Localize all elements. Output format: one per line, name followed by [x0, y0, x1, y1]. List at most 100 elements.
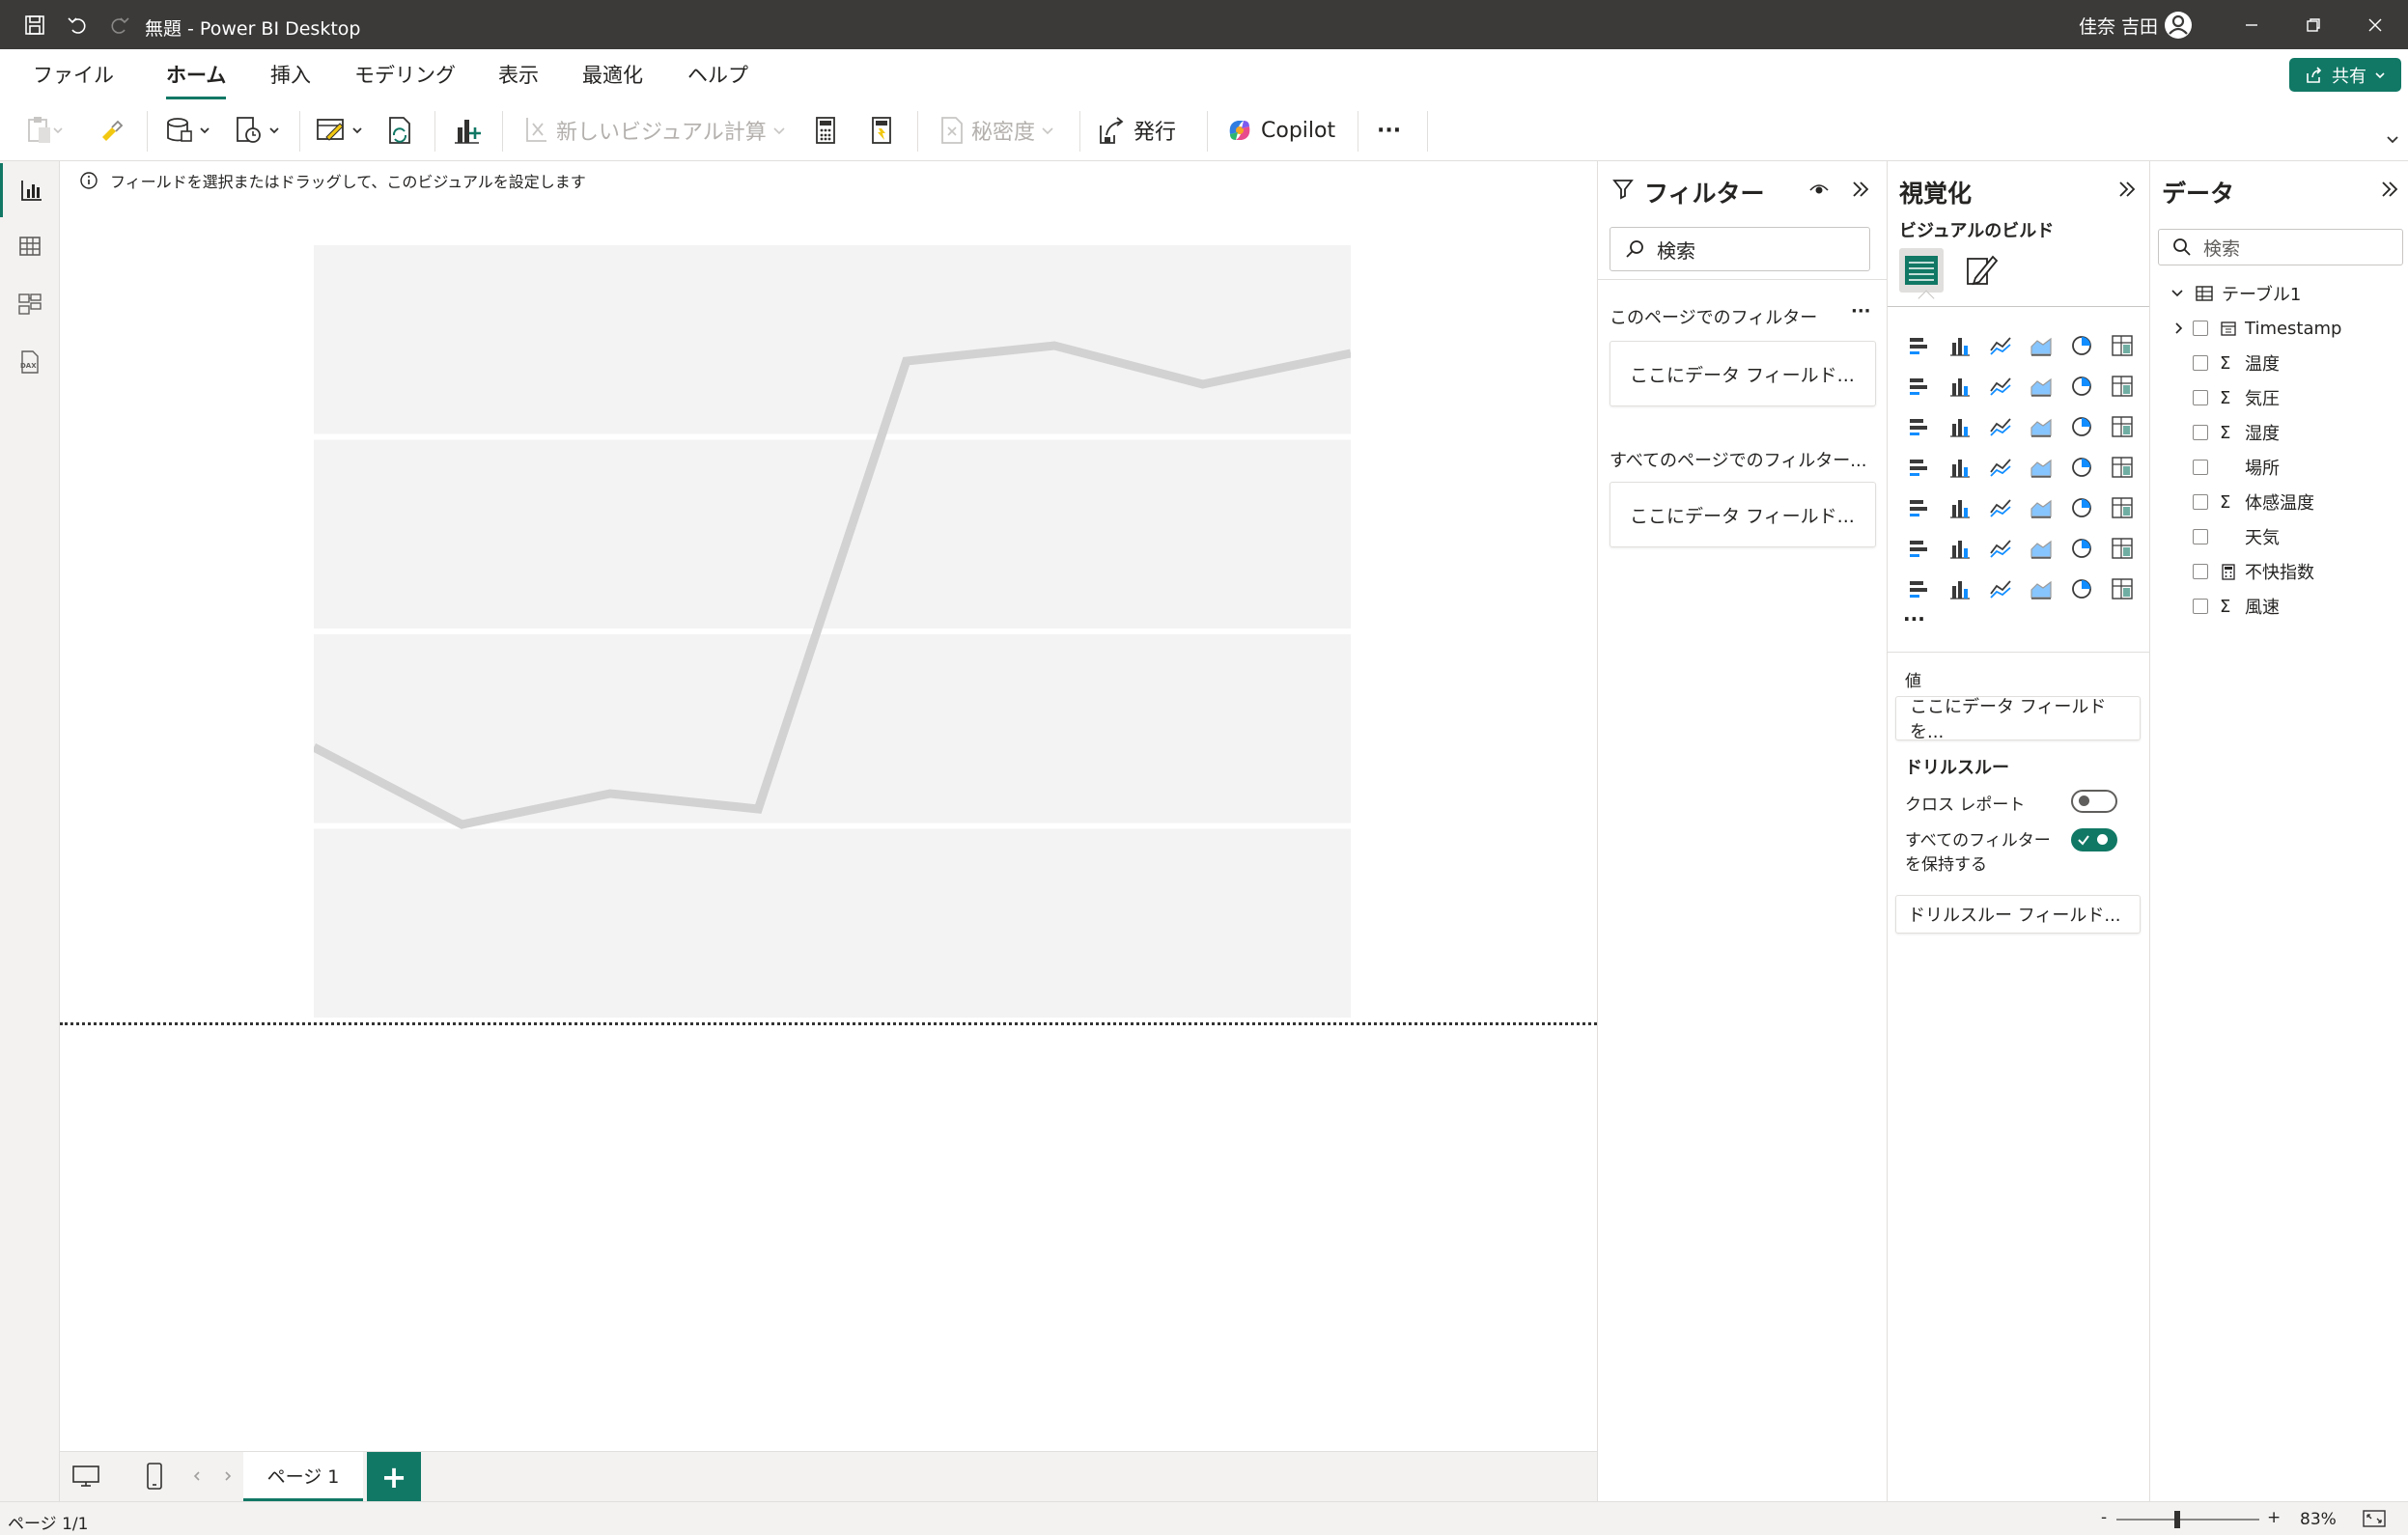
- model-view-button[interactable]: [0, 277, 60, 331]
- line-chart-icon[interactable]: [1899, 366, 1940, 406]
- 100-bar-icon[interactable]: [2061, 325, 2102, 366]
- qa-icon[interactable]: [2021, 528, 2061, 569]
- data-search-input[interactable]: 検索: [2158, 229, 2403, 265]
- desktop-layout-icon[interactable]: [71, 1464, 100, 1489]
- collapse-visualizations-icon[interactable]: [2117, 179, 2137, 200]
- menu-help[interactable]: ヘルプ: [687, 60, 748, 97]
- field-row[interactable]: 不快指数: [2171, 555, 2314, 588]
- field-row[interactable]: Σ 湿度: [2171, 416, 2280, 449]
- r-visual-icon[interactable]: [2102, 488, 2142, 528]
- chevron-visual-icon[interactable]: [2102, 569, 2142, 609]
- zoom-slider-thumb[interactable]: [2174, 1511, 2180, 1528]
- gauge-icon[interactable]: [2061, 447, 2102, 488]
- paginated-report-icon[interactable]: [1899, 569, 1940, 609]
- placeholder-line-chart[interactable]: [314, 245, 1351, 1018]
- field-row[interactable]: Σ 体感温度: [2171, 486, 2314, 518]
- more-options-button[interactable]: ···: [1377, 109, 1401, 152]
- save-icon[interactable]: [19, 10, 50, 41]
- menu-home[interactable]: ホーム: [166, 60, 227, 100]
- funnel-icon[interactable]: [1980, 406, 2021, 447]
- field-checkbox[interactable]: [2193, 390, 2208, 405]
- cross-report-toggle[interactable]: [2071, 790, 2117, 813]
- field-checkbox[interactable]: [2193, 529, 2208, 544]
- clustered-column-icon[interactable]: [2021, 325, 2061, 366]
- 100-column-icon[interactable]: [2102, 325, 2142, 366]
- copilot-button[interactable]: Copilot: [1224, 109, 1335, 152]
- multi-row-card-icon[interactable]: [1899, 488, 1940, 528]
- field-checkbox[interactable]: [2193, 355, 2208, 371]
- table-node[interactable]: テーブル1: [2170, 277, 2301, 310]
- menu-modeling[interactable]: モデリング: [354, 60, 456, 97]
- share-button[interactable]: 共有: [2289, 58, 2401, 92]
- zoom-out-button[interactable]: -: [2101, 1508, 2107, 1527]
- kpi-icon[interactable]: [1940, 488, 1980, 528]
- field-row[interactable]: Timestamp: [2171, 312, 2341, 345]
- menu-file[interactable]: ファイル: [33, 60, 114, 97]
- menu-optimize[interactable]: 最適化: [582, 60, 643, 97]
- field-checkbox[interactable]: [2193, 425, 2208, 440]
- get-data-button[interactable]: [164, 109, 218, 152]
- filled-map-icon[interactable]: [1980, 447, 2021, 488]
- narrative-icon[interactable]: [2061, 528, 2102, 569]
- zoom-slider[interactable]: [2116, 1511, 2259, 1528]
- sensitivity-button[interactable]: 秘密度: [937, 109, 1054, 152]
- build-visual-tab[interactable]: [1899, 248, 1944, 293]
- map-icon[interactable]: [1940, 447, 1980, 488]
- redo-icon[interactable]: [104, 10, 135, 41]
- power-apps-icon[interactable]: [1940, 569, 1980, 609]
- field-row[interactable]: 天気: [2171, 520, 2280, 553]
- quick-measure-button[interactable]: [867, 109, 896, 152]
- treemap-icon[interactable]: [1899, 447, 1940, 488]
- new-measure-button[interactable]: [811, 109, 840, 152]
- values-well[interactable]: ここにデータ フィールドを...: [1895, 696, 2141, 742]
- field-checkbox[interactable]: [2193, 494, 2208, 510]
- drillthrough-well[interactable]: ドリルスルー フィールド...: [1895, 895, 2141, 934]
- zoom-in-button[interactable]: +: [2267, 1508, 2281, 1527]
- python-visual-icon[interactable]: [1899, 528, 1940, 569]
- eye-icon[interactable]: [1808, 181, 1830, 198]
- donut-icon[interactable]: [2102, 406, 2142, 447]
- keep-filters-toggle[interactable]: [2071, 828, 2117, 851]
- ribbon-collapse-button[interactable]: [2385, 130, 2400, 150]
- decomposition-tree-icon[interactable]: [1980, 528, 2021, 569]
- stacked-column-icon[interactable]: [1940, 325, 1980, 366]
- scatter-icon[interactable]: [2021, 406, 2061, 447]
- menu-insert[interactable]: 挿入: [270, 60, 311, 97]
- field-checkbox[interactable]: [2193, 599, 2208, 614]
- chevron-right-icon[interactable]: [2171, 321, 2187, 336]
- undo-icon[interactable]: [62, 10, 93, 41]
- add-page-button[interactable]: +: [367, 1452, 421, 1502]
- fabric-icon[interactable]: [2061, 569, 2102, 609]
- clustered-bar-icon[interactable]: [1980, 325, 2021, 366]
- field-checkbox[interactable]: [2193, 564, 2208, 579]
- format-visual-tab[interactable]: [1959, 248, 2003, 293]
- collapse-filters-icon[interactable]: [1851, 179, 1870, 200]
- collapse-data-icon[interactable]: [2380, 179, 2399, 200]
- dax-query-view-button[interactable]: DAX: [0, 335, 60, 389]
- new-visual-calc-button[interactable]: 新しいビジュアル計算: [521, 109, 786, 152]
- line-stacked-column-icon[interactable]: [2102, 366, 2142, 406]
- area-chart-icon[interactable]: [1940, 366, 1980, 406]
- fit-to-page-icon[interactable]: [2362, 1508, 2387, 1529]
- close-icon[interactable]: [2350, 8, 2400, 42]
- transform-data-button[interactable]: [315, 109, 369, 152]
- table-icon[interactable]: [2021, 488, 2061, 528]
- chevron-left-icon[interactable]: [191, 1469, 203, 1483]
- stacked-bar-icon[interactable]: [1899, 325, 1940, 366]
- matrix-icon[interactable]: [2061, 488, 2102, 528]
- format-painter-button[interactable]: [97, 109, 126, 152]
- pie-icon[interactable]: [2061, 406, 2102, 447]
- power-automate-icon[interactable]: [1980, 569, 2021, 609]
- field-checkbox[interactable]: [2193, 321, 2208, 336]
- card-icon[interactable]: [2102, 447, 2142, 488]
- field-row[interactable]: Σ 温度: [2171, 347, 2280, 379]
- refresh-button[interactable]: [384, 109, 415, 152]
- field-row[interactable]: 場所: [2171, 451, 2280, 484]
- chevron-right-icon[interactable]: [222, 1469, 234, 1483]
- field-row[interactable]: Σ 気圧: [2171, 381, 2280, 414]
- metrics-icon[interactable]: [2102, 528, 2142, 569]
- restore-icon[interactable]: [2288, 8, 2338, 42]
- table-view-button[interactable]: [0, 219, 60, 273]
- ribbon-chart-icon[interactable]: [1899, 406, 1940, 447]
- all-pages-filter-well[interactable]: ここにデータ フィールド...: [1610, 482, 1876, 547]
